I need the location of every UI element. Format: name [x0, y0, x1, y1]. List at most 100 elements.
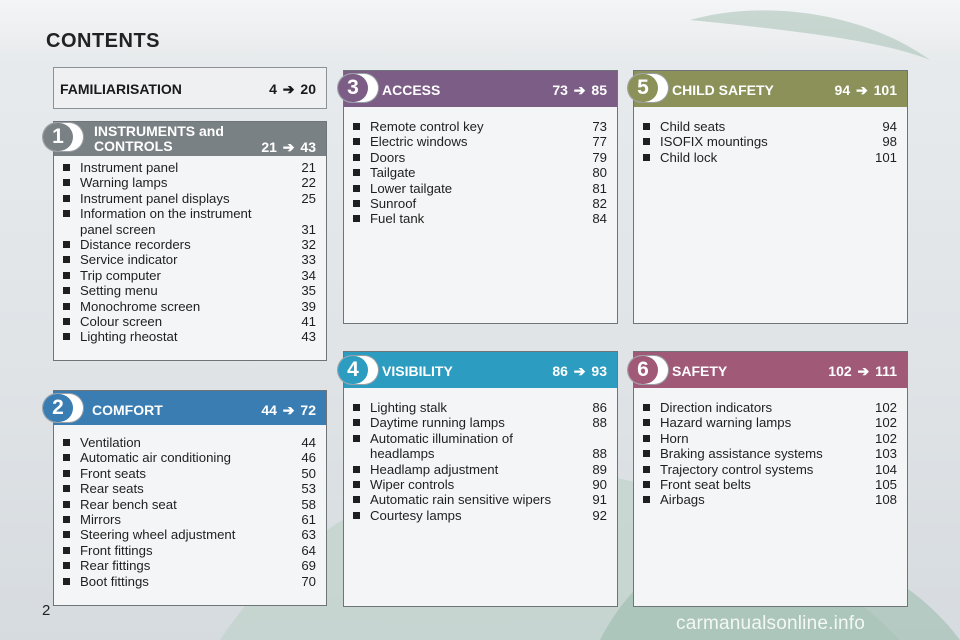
toc-item-page: 90: [592, 477, 607, 493]
toc-item-label: Colour screen: [80, 314, 163, 330]
toc-item[interactable]: Front seat belts 105: [640, 477, 897, 492]
toc-item[interactable]: Hazard warning lamps 102: [640, 415, 897, 430]
toc-item[interactable]: Ventilation 44: [60, 435, 316, 450]
toc-item[interactable]: Mirrors 61: [60, 512, 316, 527]
toc-item-page: 63: [301, 527, 316, 543]
toc-item[interactable]: Rear bench seat 58: [60, 497, 316, 512]
toc-item[interactable]: Doors 79: [350, 150, 607, 165]
arrow-right-icon: ➔: [856, 82, 868, 98]
toc-item-page: 91: [592, 492, 607, 508]
toc-item[interactable]: Steering wheel adjustment 63: [60, 527, 316, 542]
toc-item[interactable]: Monochrome screen 39: [60, 299, 316, 314]
toc-item[interactable]: Lighting stalk 86: [350, 400, 607, 415]
range-from: 44: [261, 402, 277, 418]
watermark: carmanualsonline.info: [676, 613, 866, 634]
section-child-safety: CHILD SAFETY 94 ➔ 101 Child seats 94 ISOFI…: [633, 70, 908, 324]
section-header[interactable]: ACCESS 73 ➔ 85: [344, 71, 617, 107]
toc-item[interactable]: Headlamp adjustment 89: [350, 462, 607, 477]
toc-item[interactable]: Tailgate 80: [350, 165, 607, 180]
toc-item[interactable]: Distance recorders 32: [60, 237, 316, 252]
section-number: 2: [43, 394, 73, 422]
toc-item[interactable]: Service indicator 33: [60, 252, 316, 267]
toc-item[interactable]: Trip computer 34: [60, 268, 316, 283]
toc-item[interactable]: Fuel tank 84: [350, 211, 607, 226]
toc-item-label: Headlamp adjustment: [370, 461, 499, 477]
section-header[interactable]: CHILD SAFETY 94 ➔ 101: [634, 71, 907, 107]
toc-item[interactable]: Automatic illumination of headlamps 88: [350, 431, 607, 462]
toc-item-label: Lighting stalk: [370, 400, 447, 415]
toc-item[interactable]: Braking assistance systems 103: [640, 446, 897, 461]
toc-item-page: 79: [592, 149, 607, 165]
toc-item[interactable]: Direction indicators 102: [640, 400, 897, 415]
toc-item[interactable]: Rear seats 53: [60, 481, 316, 496]
toc-item[interactable]: Information on the instrument panel scre…: [60, 206, 316, 237]
toc-item[interactable]: ISOFIX mountings 98: [640, 134, 897, 149]
toc-item[interactable]: Lower tailgate 81: [350, 181, 607, 196]
toc-item-page: 89: [592, 461, 607, 477]
toc-item-page: 31: [301, 221, 316, 237]
toc-item-label: Warning lamps: [80, 175, 168, 191]
toc-item[interactable]: Front fittings 64: [60, 543, 316, 558]
toc-item[interactable]: Horn 102: [640, 431, 897, 446]
toc-item[interactable]: Rear fittings 69: [60, 558, 316, 573]
toc-item-page: 35: [301, 283, 316, 299]
toc-item-label: Fuel tank: [370, 211, 425, 227]
toc-item[interactable]: Child lock 101: [640, 150, 897, 165]
title-line-2: CONTROLS: [94, 138, 173, 154]
toc-item[interactable]: Electric windows 77: [350, 134, 607, 149]
toc-item[interactable]: Automatic air conditioning 46: [60, 450, 316, 465]
toc-item-page: 101: [874, 149, 897, 165]
toc-item[interactable]: Trajectory control systems 104: [640, 462, 897, 477]
range-from: 102: [828, 363, 852, 379]
toc-item-page: 88: [592, 446, 607, 462]
section-header[interactable]: COMFORT 44 ➔ 72: [54, 391, 326, 425]
toc-item-page: 33: [301, 252, 316, 268]
section-visibility: VISIBILITY 86 ➔ 93 Lighting stalk 86 Dayti…: [343, 351, 618, 607]
toc-item-label: Trip computer: [80, 267, 161, 283]
section-item-list: Direction indicators 102 Hazard warning la…: [640, 400, 897, 508]
toc-item-label: Trajectory control systems: [660, 461, 814, 477]
toc-item[interactable]: Instrument panel displays 25: [60, 191, 316, 206]
section-number: 6: [628, 356, 658, 384]
section-familiarisation[interactable]: FAMILIARISATION 4 ➔ 20: [53, 67, 327, 109]
section-number: 4: [338, 356, 368, 384]
toc-item[interactable]: Colour screen 41: [60, 314, 316, 329]
section-header[interactable]: INSTRUMENTS and CONTROLS 21 ➔ 43: [54, 122, 326, 156]
toc-item-page: 82: [592, 196, 607, 212]
range-from: 21: [261, 139, 277, 155]
toc-item-page: 61: [301, 512, 316, 528]
toc-item[interactable]: Automatic rain sensitive wipers 91: [350, 492, 607, 507]
section-access: ACCESS 73 ➔ 85 Remote control key 73 Elect…: [343, 70, 618, 324]
toc-item-page: 70: [301, 573, 316, 589]
toc-item[interactable]: Lighting rheostat 43: [60, 329, 316, 344]
toc-item[interactable]: Warning lamps 22: [60, 175, 316, 190]
toc-item[interactable]: Courtesy lamps 92: [350, 508, 607, 523]
toc-item[interactable]: Airbags 108: [640, 492, 897, 507]
section-header[interactable]: SAFETY 102 ➔ 111: [634, 352, 907, 388]
arrow-right-icon: ➔: [857, 363, 870, 379]
section-number-badge: 3: [338, 74, 378, 102]
toc-item[interactable]: Daytime running lamps 88: [350, 415, 607, 430]
toc-item-label: Front fittings: [80, 542, 153, 558]
toc-item[interactable]: Child seats 94: [640, 119, 897, 134]
toc-item-page: 104: [874, 461, 897, 477]
toc-item-label: ISOFIX mountings: [660, 134, 768, 150]
toc-item-page: 39: [301, 298, 316, 314]
toc-item[interactable]: Boot fittings 70: [60, 574, 316, 589]
section-number: 5: [628, 74, 658, 102]
toc-item[interactable]: Wiper controls 90: [350, 477, 607, 492]
toc-item-label: Automatic air conditioning: [80, 450, 232, 466]
toc-item[interactable]: Remote control key 73: [350, 119, 607, 134]
toc-item-page: 94: [882, 119, 897, 134]
section-item-list: Ventilation 44 Automatic air conditioning 4…: [60, 435, 316, 589]
toc-item-label: Steering wheel adjustment: [80, 527, 236, 543]
toc-item[interactable]: Sunroof 82: [350, 196, 607, 211]
toc-item[interactable]: Setting menu 35: [60, 283, 316, 298]
section-number-badge: 6: [628, 356, 668, 384]
toc-item[interactable]: Front seats 50: [60, 466, 316, 481]
toc-item[interactable]: Instrument panel 21: [60, 160, 316, 175]
section-range: 94 ➔ 101: [835, 82, 897, 99]
section-header[interactable]: VISIBILITY 86 ➔ 93: [344, 352, 617, 388]
range-to: 93: [591, 363, 607, 379]
toc-item-page: 77: [592, 134, 607, 150]
